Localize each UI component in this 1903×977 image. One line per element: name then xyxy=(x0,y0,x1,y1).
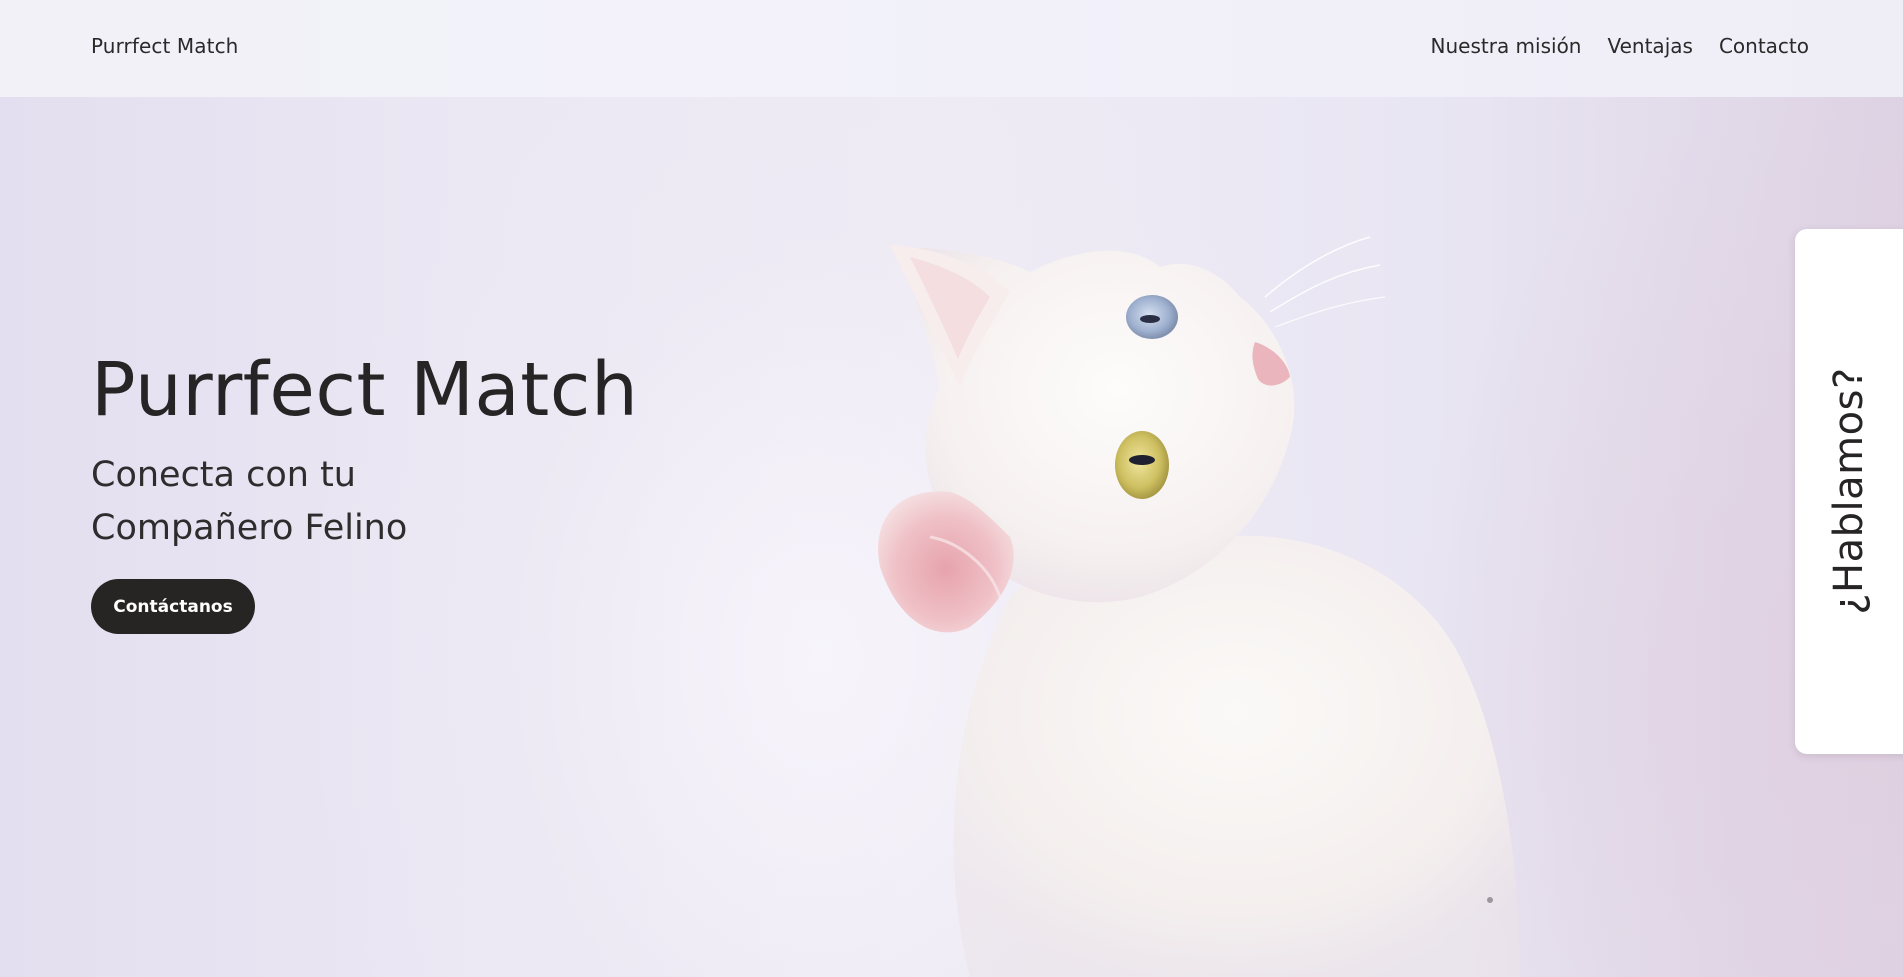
hero-subtitle-line-2: Compañero Felino xyxy=(91,508,408,548)
side-tab-label: ¿Hablamos? xyxy=(1826,367,1872,615)
hero-section: Purrfect Match Conecta con tu Compañero … xyxy=(0,97,1903,977)
hero-subtitle-line-1: Conecta con tu xyxy=(91,455,356,495)
nav-link-contacto[interactable]: Contacto xyxy=(1719,34,1809,58)
landing-page: Purrfect Match Nuestra misión Ventajas C… xyxy=(0,0,1903,977)
white-cat-image xyxy=(878,236,1520,977)
contact-button[interactable]: Contáctanos xyxy=(91,579,255,634)
nav-link-ventajas[interactable]: Ventajas xyxy=(1607,34,1692,58)
hero-title: Purrfect Match xyxy=(91,347,639,433)
site-header: Purrfect Match Nuestra misión Ventajas C… xyxy=(0,0,1903,97)
nav-link-mision[interactable]: Nuestra misión xyxy=(1431,34,1582,58)
side-chat-tab[interactable]: ¿Hablamos? xyxy=(1795,229,1903,754)
brand-link[interactable]: Purrfect Match xyxy=(91,34,238,58)
main-nav: Nuestra misión Ventajas Contacto xyxy=(1431,34,1809,58)
hero-subtitle: Conecta con tu Compañero Felino xyxy=(91,449,407,555)
